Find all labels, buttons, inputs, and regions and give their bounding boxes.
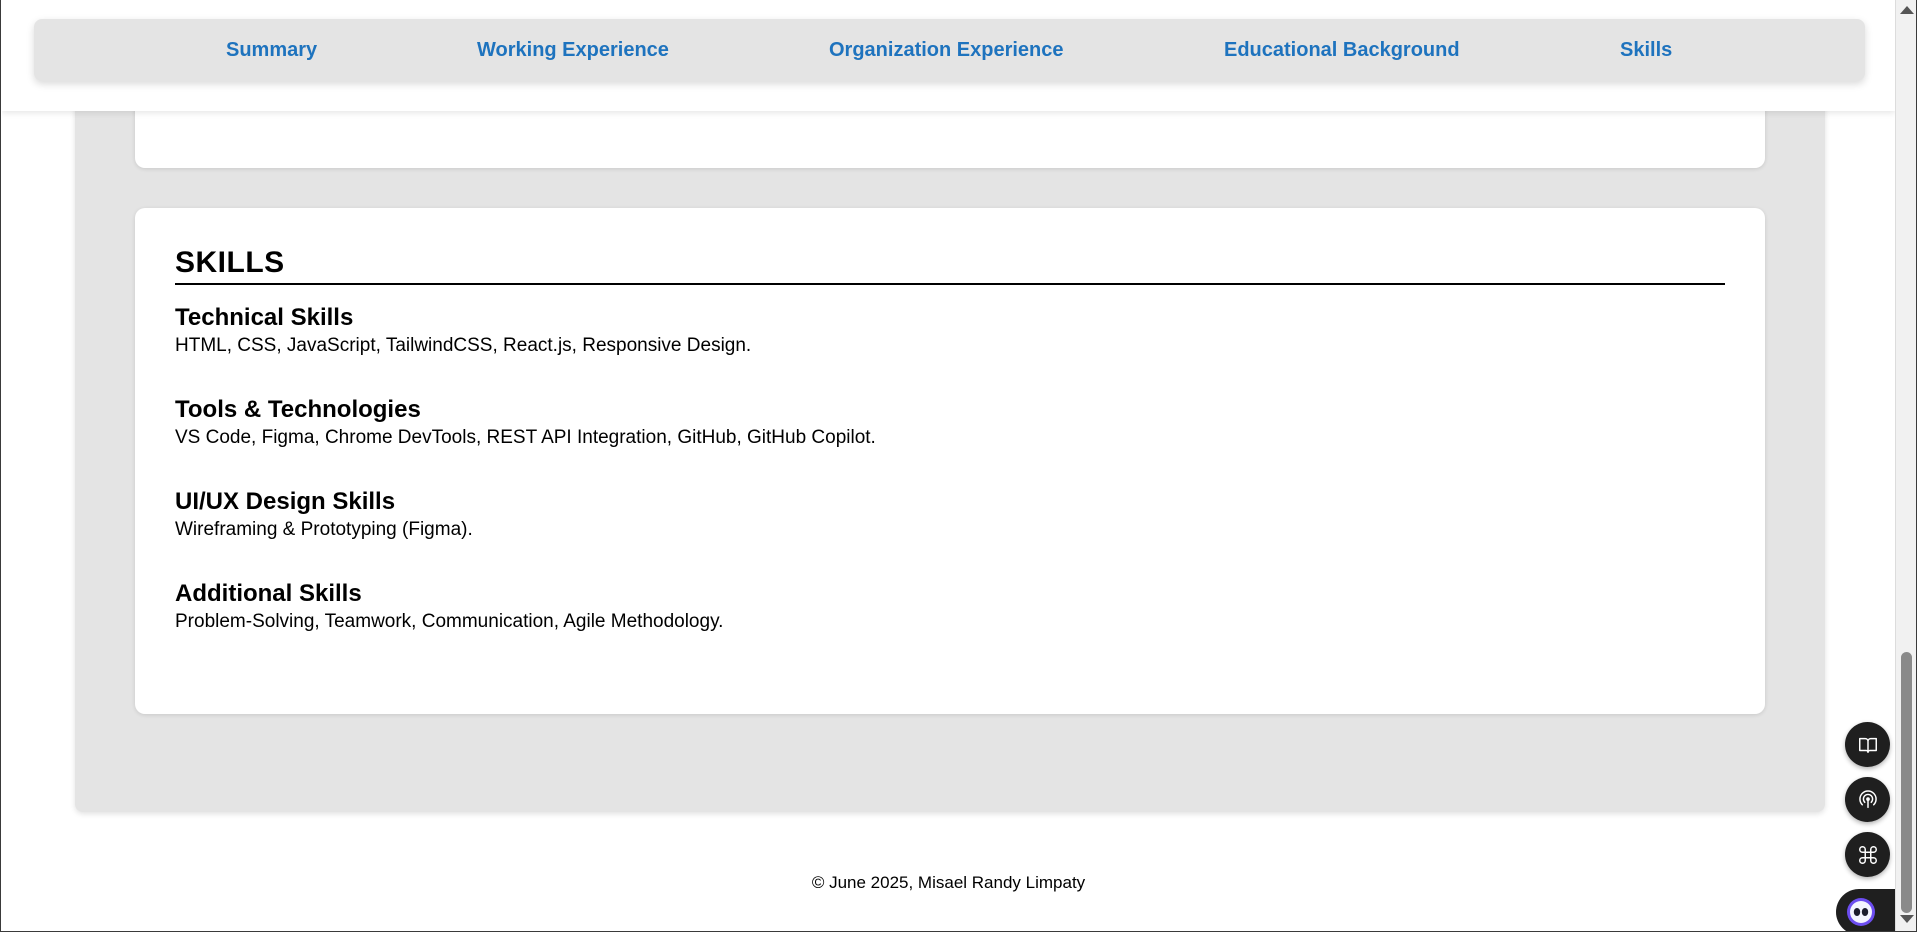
page-viewport: SKILLS Technical Skills HTML, CSS, JavaS… (2, 0, 1895, 931)
skill-group-text: VS Code, Figma, Chrome DevTools, REST AP… (175, 427, 876, 448)
skill-group-technical: Technical Skills HTML, CSS, JavaScript, … (175, 304, 751, 359)
skill-group-text: HTML, CSS, JavaScript, TailwindCSS, Reac… (175, 335, 752, 356)
header: Summary Working Experience Organization … (2, 0, 1895, 111)
skill-group-text: Problem-Solving, Teamwork, Communication… (175, 611, 724, 632)
browser-frame: SKILLS Technical Skills HTML, CSS, JavaS… (0, 0, 1917, 932)
nav-link-educational-background[interactable]: Educational Background (1224, 19, 1460, 81)
skill-group-tools: Tools & Technologies VS Code, Figma, Chr… (175, 396, 876, 451)
assistant-face-icon (1847, 898, 1875, 926)
nav-link-working-experience[interactable]: Working Experience (477, 19, 669, 81)
broadcast-button[interactable] (1845, 777, 1890, 822)
skills-section: SKILLS Technical Skills HTML, CSS, JavaS… (135, 208, 1765, 714)
command-button[interactable] (1845, 832, 1890, 877)
command-icon (1858, 845, 1877, 864)
nav-link-organization-experience[interactable]: Organization Experience (829, 19, 1064, 81)
broadcast-icon (1858, 789, 1877, 808)
skill-group-heading: Additional Skills (175, 580, 362, 607)
skills-divider (175, 283, 1725, 285)
skill-group-heading: Tools & Technologies (175, 396, 421, 423)
skill-group-text: Wireframing & Prototyping (Figma). (175, 519, 473, 540)
scroll-up-arrow-icon[interactable] (1900, 6, 1914, 14)
skill-group-heading: UI/UX Design Skills (175, 488, 396, 515)
skills-title: SKILLS (175, 246, 285, 279)
book-open-icon (1858, 737, 1877, 753)
main-nav: Summary Working Experience Organization … (34, 19, 1865, 81)
skill-group-uiux: UI/UX Design Skills Wireframing & Protot… (175, 488, 473, 543)
assistant-button[interactable] (1836, 889, 1895, 931)
skill-group-additional: Additional Skills Problem-Solving, Teamw… (175, 580, 723, 635)
nav-link-skills[interactable]: Skills (1620, 19, 1672, 81)
page-footer: © June 2025, Misael Randy Limpaty (811, 873, 1086, 892)
scrollbar-thumb[interactable] (1901, 652, 1912, 913)
reader-button[interactable] (1845, 722, 1890, 767)
vertical-scrollbar[interactable] (1895, 0, 1916, 931)
skill-group-heading: Technical Skills (175, 304, 354, 331)
scroll-down-arrow-icon[interactable] (1900, 915, 1914, 923)
nav-link-summary[interactable]: Summary (226, 19, 317, 81)
